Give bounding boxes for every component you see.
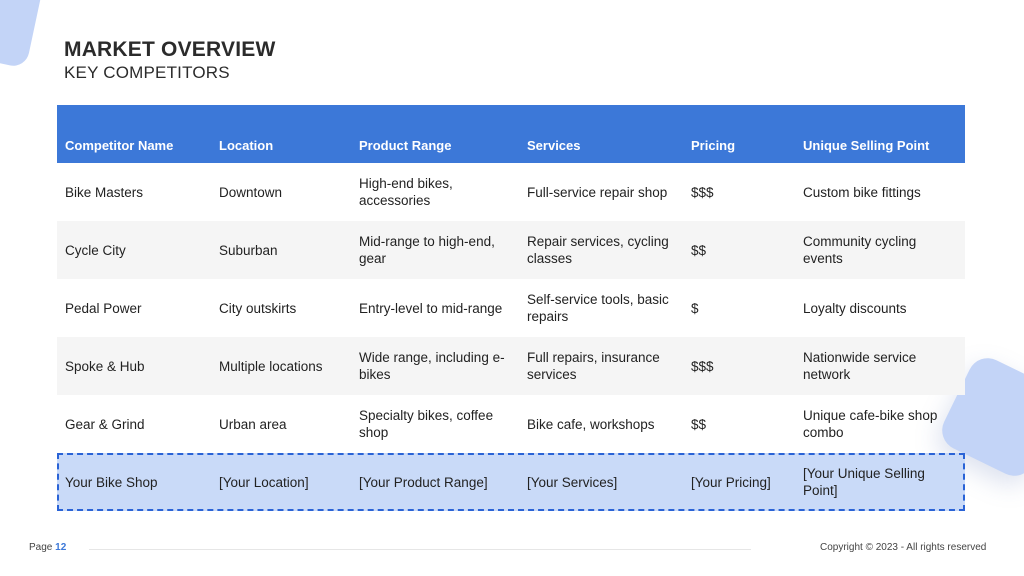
cell-services: Full-service repair shop	[527, 184, 668, 200]
cell-pricing: [Your Pricing]	[691, 474, 771, 490]
cell-services: Repair services, cycling classes	[527, 234, 669, 266]
cell-competitor-name: Gear & Grind	[65, 416, 145, 432]
cell-services: Full repairs, insurance services	[527, 350, 660, 382]
cell-product-range: Specialty bikes, coffee shop	[359, 408, 494, 440]
cell-unique-selling-point: [Your Unique Selling Point]	[803, 466, 925, 498]
cell-services: Bike cafe, workshops	[527, 416, 655, 432]
page-label: Page	[29, 542, 53, 553]
cell-location: Urban area	[219, 416, 287, 432]
table-header-row: Competitor Name Location Product Range S…	[57, 105, 965, 163]
table-row: Spoke & Hub Multiple locations Wide rang…	[57, 337, 965, 395]
table-row: Pedal Power City outskirts Entry-level t…	[57, 279, 965, 337]
cell-competitor-name: Spoke & Hub	[65, 358, 145, 374]
header-services: Services	[527, 138, 581, 153]
cell-pricing: $$	[691, 416, 707, 432]
copyright-text: Copyright © 2023 - All rights reserved	[820, 542, 987, 553]
table-row: Bike Masters Downtown High-end bikes, ac…	[57, 163, 965, 221]
cell-competitor-name: Your Bike Shop	[65, 474, 158, 490]
table-row-your-shop: Your Bike Shop [Your Location] [Your Pro…	[57, 453, 965, 511]
cell-pricing: $$$	[691, 184, 714, 200]
cell-pricing: $	[691, 300, 699, 316]
slide-title: MARKET OVERVIEW	[64, 38, 276, 61]
cell-competitor-name: Pedal Power	[65, 300, 142, 316]
cell-unique-selling-point: Unique cafe-bike shop combo	[803, 408, 938, 440]
slide-subtitle: KEY COMPETITORS	[64, 63, 230, 82]
cell-competitor-name: Bike Masters	[65, 184, 144, 200]
header-unique-selling-point: Unique Selling Point	[803, 138, 930, 153]
cell-unique-selling-point: Nationwide service network	[803, 350, 917, 382]
page-number: 12	[55, 542, 67, 553]
cell-location: Suburban	[219, 242, 278, 258]
header-location: Location	[219, 138, 274, 153]
cell-pricing: $$	[691, 242, 707, 258]
cell-location: City outskirts	[219, 300, 297, 316]
cell-unique-selling-point: Loyalty discounts	[803, 300, 907, 316]
page-indicator: Page 12	[29, 542, 66, 553]
table-row: Cycle City Suburban Mid-range to high-en…	[57, 221, 965, 279]
cell-unique-selling-point: Custom bike fittings	[803, 184, 921, 200]
cell-product-range: [Your Product Range]	[359, 474, 488, 490]
header-competitor-name: Competitor Name	[65, 138, 174, 153]
table-row: Gear & Grind Urban area Specialty bikes,…	[57, 395, 965, 453]
cell-product-range: Wide range, including e-bikes	[359, 350, 505, 382]
cell-pricing: $$$	[691, 358, 714, 374]
cell-location: Multiple locations	[219, 358, 323, 374]
cell-location: Downtown	[219, 184, 283, 200]
cell-services: [Your Services]	[527, 474, 618, 490]
competitor-table: Competitor Name Location Product Range S…	[57, 105, 965, 511]
cell-location: [Your Location]	[219, 474, 309, 490]
cell-services: Self-service tools, basic repairs	[527, 292, 669, 324]
cell-competitor-name: Cycle City	[65, 242, 126, 258]
decorative-shape-top-left	[0, 0, 45, 69]
cell-unique-selling-point: Community cycling events	[803, 234, 917, 266]
cell-product-range: Entry-level to mid-range	[359, 300, 503, 316]
header-product-range: Product Range	[359, 138, 452, 153]
header-pricing: Pricing	[691, 138, 736, 153]
cell-product-range: High-end bikes, accessories	[359, 176, 453, 208]
footer-divider	[89, 549, 751, 550]
cell-product-range: Mid-range to high-end, gear	[359, 234, 495, 266]
